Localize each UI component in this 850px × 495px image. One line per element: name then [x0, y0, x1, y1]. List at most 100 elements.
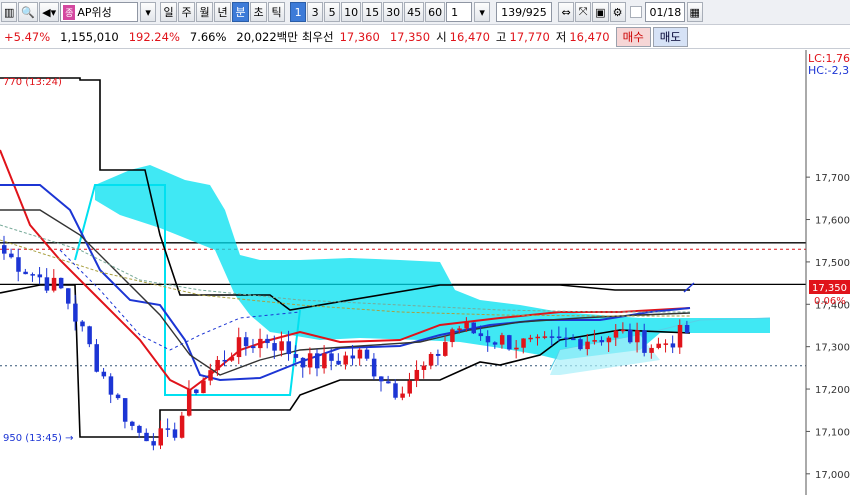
candle-body [542, 336, 548, 338]
ask-price: 17,360 [339, 29, 380, 44]
candle-body [386, 381, 391, 384]
checkbox[interactable] [629, 6, 642, 18]
interval-3[interactable]: 3 [307, 2, 324, 22]
interval-10[interactable]: 10 [341, 2, 362, 22]
interval-1[interactable]: 1 [290, 2, 307, 22]
ichimoku-cloud [95, 165, 770, 360]
candle-body [464, 322, 469, 329]
candle-body [606, 337, 612, 343]
candle-body [400, 393, 405, 398]
y-tick-label: 17,200 [815, 385, 850, 396]
candle-body [80, 321, 85, 327]
stock-badge: 종 [63, 4, 76, 20]
chevron-down-icon[interactable]: ▾ [474, 2, 491, 22]
candle-body [627, 329, 633, 343]
chart-canvas[interactable]: 17,70017,60017,50017,40017,30017,20017,1… [0, 50, 850, 495]
candle-body [130, 421, 135, 426]
candle-body [549, 336, 555, 338]
candle-body [44, 277, 50, 291]
interval-30[interactable]: 30 [383, 2, 404, 22]
change-pct: +5.47% [4, 29, 51, 44]
candle-body [222, 359, 228, 362]
save-icon[interactable]: ▣ [592, 2, 609, 22]
open-price: 16,470 [449, 29, 490, 44]
period-second[interactable]: 초 [250, 2, 268, 22]
period-week[interactable]: 주 [178, 2, 196, 22]
period-minute[interactable]: 분 [232, 2, 250, 22]
low-annotation: 950 (13:45) → [3, 433, 73, 444]
candle-body [514, 347, 519, 350]
candle-body [677, 324, 683, 348]
y-tick-label: 17,600 [815, 216, 850, 227]
candle-body [585, 341, 590, 350]
search-icon[interactable]: 🔍 [18, 2, 39, 22]
count-input[interactable]: 139 /925 [496, 2, 553, 22]
candle-body [599, 340, 605, 343]
candle-body [620, 329, 626, 332]
candle-body [428, 353, 434, 366]
candle-body [635, 330, 640, 343]
date-input[interactable]: 01/18 [644, 2, 685, 22]
period-day[interactable]: 일 [160, 2, 178, 22]
candle-body [279, 341, 284, 351]
chevron-down-icon[interactable]: ▾ [140, 2, 157, 22]
volume: 1,155,010 [60, 29, 119, 44]
menu-icon[interactable]: ▥ [1, 2, 18, 22]
candle-body [371, 358, 377, 377]
last-price: 17,350 [812, 283, 847, 294]
sell-button[interactable]: 매도 [652, 26, 688, 47]
interval-5[interactable]: 5 [324, 2, 341, 22]
calendar-icon[interactable]: ▦ [686, 2, 703, 22]
period-tick[interactable]: 틱 [268, 2, 286, 22]
turnover: 7.66% [189, 29, 227, 44]
interval-15[interactable]: 15 [362, 2, 383, 22]
candle-body [364, 349, 370, 359]
candle-body [407, 380, 412, 394]
candle-body [101, 371, 107, 377]
last-change: 0.06% [814, 296, 846, 307]
candle-body [357, 349, 363, 359]
candle-body [151, 441, 156, 446]
candle-body [393, 383, 398, 398]
high-price: 17,770 [509, 29, 550, 44]
candle-body [485, 336, 491, 343]
candle-body [172, 429, 178, 438]
candle-body [201, 380, 206, 394]
candle-body [87, 326, 92, 345]
candle-body [165, 428, 171, 430]
candle-body [336, 360, 341, 365]
candle-body [229, 357, 235, 361]
candle-body [642, 330, 647, 353]
period-year[interactable]: 년 [214, 2, 232, 22]
candle-body [243, 337, 249, 347]
candle-body [258, 338, 263, 349]
candle-body [556, 336, 562, 338]
sound-icon[interactable]: ◀▾ [39, 2, 60, 22]
high-annotation: 770 (13:24) [3, 77, 62, 88]
candle-body [613, 330, 619, 338]
candle-body [144, 432, 149, 442]
interval-input[interactable]: 1 [446, 2, 473, 22]
candle-body [208, 370, 213, 381]
candle-body [250, 346, 256, 349]
period-month[interactable]: 월 [196, 2, 214, 22]
candle-body [592, 340, 597, 342]
interval-45[interactable]: 45 [404, 2, 425, 22]
candle-body [450, 329, 455, 343]
candle-body [656, 343, 661, 348]
count-value: 139 [501, 5, 523, 19]
reset-zoom-icon[interactable]: ⤧ [575, 2, 592, 22]
candle-body [578, 339, 583, 350]
stock-selector[interactable]: 종 AP위성 [60, 2, 139, 22]
price-chart[interactable]: 17,700 17,600 17,500 17,400 17,300 17,200 17,1… [0, 50, 850, 495]
candle-body [307, 353, 313, 368]
candle-body [51, 277, 57, 291]
scroll-all-icon[interactable]: ⇔ [558, 2, 575, 22]
candle-body [471, 322, 476, 334]
gear-icon[interactable]: ⚙ [609, 2, 626, 22]
high-label: 고 [495, 29, 507, 44]
candle-body [215, 359, 220, 371]
interval-60[interactable]: 60 [425, 2, 446, 22]
buy-button[interactable]: 매수 [615, 26, 651, 47]
candle-body [414, 369, 420, 381]
